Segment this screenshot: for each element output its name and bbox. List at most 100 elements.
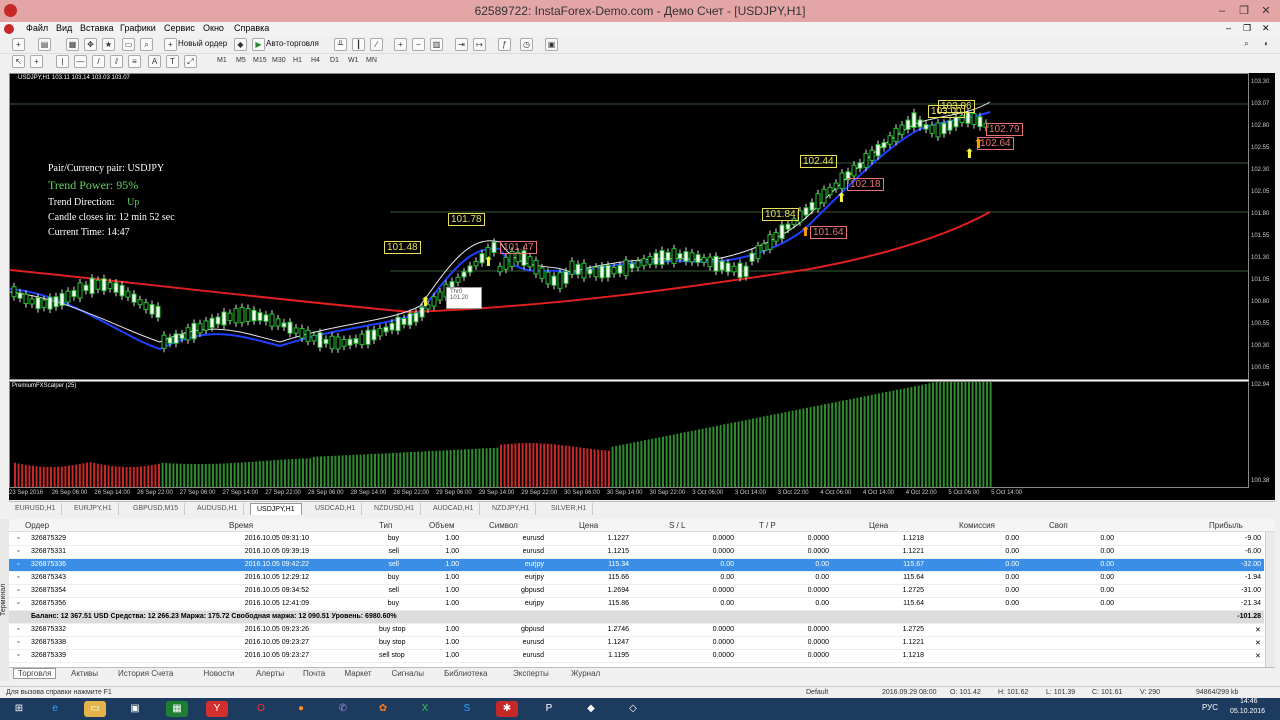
- close-order-icon[interactable]: ✕: [1255, 639, 1261, 647]
- chart-tab[interactable]: EURJPY,H1: [68, 503, 119, 515]
- close-button[interactable]: ✕: [1254, 3, 1278, 19]
- indicators-icon[interactable]: ƒ: [498, 38, 511, 51]
- opera-icon[interactable]: O: [250, 701, 272, 717]
- app-icon[interactable]: ◆: [580, 701, 602, 717]
- terminal-scrollbar[interactable]: [1265, 532, 1275, 667]
- community-icon[interactable]: ◐: [1260, 38, 1273, 51]
- menu-charts[interactable]: Графики: [120, 23, 156, 33]
- minimize-button[interactable]: –: [1210, 3, 1234, 19]
- timeframe-h1[interactable]: H1: [293, 57, 302, 64]
- price-chart[interactable]: USDJPY,H1 103.11 103.14 103.03 103.07 Pa…: [9, 73, 1249, 380]
- horizontal-line-icon[interactable]: —: [74, 55, 87, 68]
- profiles-icon[interactable]: ▤: [38, 38, 51, 51]
- table-row[interactable]: ▫ 326875338 2016.10.05 09:23:27 buy stop 1.0…: [9, 637, 1264, 650]
- column-header[interactable]: Объем: [429, 521, 455, 530]
- timeframe-h4[interactable]: H4: [311, 57, 320, 64]
- chart-tab[interactable]: GBPUSD,M15: [127, 503, 186, 515]
- new-chart-icon[interactable]: +: [12, 38, 25, 51]
- new-order-button[interactable]: Новый ордер: [178, 39, 227, 48]
- bar-chart-icon[interactable]: ╨: [334, 38, 347, 51]
- viber-icon[interactable]: ✆: [332, 701, 354, 717]
- tray-language[interactable]: РУС: [1202, 703, 1218, 712]
- templates-icon[interactable]: ▣: [545, 38, 558, 51]
- chart-tab[interactable]: AUDUSD,H1: [191, 503, 245, 515]
- timeframe-m5[interactable]: M5: [236, 57, 246, 64]
- chart-tab[interactable]: NZDUSD,H1: [368, 503, 422, 515]
- periods-icon[interactable]: ◷: [520, 38, 533, 51]
- child-minimize-button[interactable]: –: [1226, 23, 1231, 33]
- trendline-icon[interactable]: /: [92, 55, 105, 68]
- firefox-icon[interactable]: ●: [290, 701, 312, 717]
- close-order-icon[interactable]: ✕: [1255, 626, 1261, 634]
- chart-tab[interactable]: SILVER,H1: [545, 503, 594, 515]
- market-watch-icon[interactable]: ▦: [66, 38, 79, 51]
- menu-tools[interactable]: Сервис: [164, 23, 195, 33]
- menu-help[interactable]: Справка: [234, 23, 269, 33]
- cursor-icon[interactable]: ↖: [12, 55, 25, 68]
- tray-clock[interactable]: 14:46: [1240, 698, 1258, 705]
- terminal-icon[interactable]: ▭: [122, 38, 135, 51]
- child-restore-button[interactable]: ❐: [1243, 23, 1251, 34]
- skype-icon[interactable]: S: [456, 701, 478, 717]
- metaeditor-icon[interactable]: ◆: [234, 38, 247, 51]
- channel-icon[interactable]: ⫽: [110, 55, 123, 68]
- table-row[interactable]: ▫ 326875343 2016.10.05 12:29:12 buy 1.00 eurj…: [9, 572, 1264, 585]
- text-icon[interactable]: A: [148, 55, 161, 68]
- column-header[interactable]: Время: [229, 521, 253, 530]
- child-close-button[interactable]: ✕: [1262, 23, 1270, 34]
- terminal-tab[interactable]: Маркет: [345, 669, 372, 678]
- terminal-tab[interactable]: Почта: [303, 669, 325, 678]
- timeframe-m15[interactable]: M15: [253, 57, 267, 64]
- table-row[interactable]: ▫ 326875329 2016.10.05 09:31:10 buy 1.00 euru…: [9, 533, 1264, 546]
- column-header[interactable]: Комиссия: [959, 521, 995, 530]
- start-icon[interactable]: ⊞: [8, 701, 30, 717]
- timeframe-m30[interactable]: M30: [272, 57, 286, 64]
- autoscroll-icon[interactable]: ↦: [473, 38, 486, 51]
- tester-icon[interactable]: ⌕: [140, 38, 153, 51]
- column-header[interactable]: Символ: [489, 521, 518, 530]
- new-order-icon[interactable]: +: [164, 38, 177, 51]
- terminal-tab[interactable]: Эксперты: [513, 669, 549, 678]
- yandex-icon[interactable]: Y: [206, 701, 228, 717]
- column-header[interactable]: Цена: [869, 521, 888, 530]
- chart-tab[interactable]: USDJPY,H1: [250, 503, 302, 515]
- terminal-tab[interactable]: Новости: [204, 669, 235, 678]
- menu-insert[interactable]: Вставка: [80, 23, 113, 33]
- autotrading-icon[interactable]: ▶: [252, 38, 265, 51]
- metatrader-taskbar-icon[interactable]: ✱: [496, 701, 518, 717]
- chart-tab[interactable]: AUDCAD,H1: [427, 503, 481, 515]
- search-icon[interactable]: ⌕: [1240, 38, 1253, 51]
- tile-windows-icon[interactable]: ▥: [430, 38, 443, 51]
- table-row[interactable]: ▫ 326875354 2016.10.05 09:34:52 sell 1.00 gbp…: [9, 585, 1264, 598]
- table-row[interactable]: ▫ 326875332 2016.10.05 09:23:26 buy stop 1.0…: [9, 624, 1264, 637]
- arrows-icon[interactable]: ⤢: [184, 55, 197, 68]
- column-header[interactable]: Своп: [1049, 521, 1068, 530]
- excel-grid-icon[interactable]: ▦: [166, 701, 188, 717]
- column-header[interactable]: Прибыль: [1209, 521, 1243, 530]
- candlestick-icon[interactable]: ┃: [352, 38, 365, 51]
- zoom-out-icon[interactable]: −: [412, 38, 425, 51]
- timeframe-m1[interactable]: M1: [217, 57, 227, 64]
- menu-window[interactable]: Окно: [203, 23, 224, 33]
- terminal-tab[interactable]: Торговля: [13, 668, 57, 679]
- chart-tab[interactable]: NZDJPY,H1: [486, 503, 537, 515]
- table-row[interactable]: ▫ 326875339 2016.10.05 09:23:27 sell stop 1.…: [9, 650, 1264, 663]
- menu-file[interactable]: Файл: [26, 23, 48, 33]
- table-row[interactable]: ▫ 326875336 2016.10.05 09:42:22 sell 1.00 eur…: [9, 559, 1264, 572]
- zoom-in-icon[interactable]: +: [394, 38, 407, 51]
- navigator-icon[interactable]: ★: [102, 38, 115, 51]
- app-icon[interactable]: ◇: [622, 701, 644, 717]
- fibonacci-icon[interactable]: ≡: [128, 55, 141, 68]
- column-header[interactable]: Цена: [579, 521, 598, 530]
- media-icon[interactable]: ✿: [372, 701, 394, 717]
- chart-tab[interactable]: USDCAD,H1: [309, 503, 363, 515]
- table-row[interactable]: ▫ 326875331 2016.10.05 09:39:19 sell 1.00 eur…: [9, 546, 1264, 559]
- timeframe-d1[interactable]: D1: [330, 57, 339, 64]
- app-icon[interactable]: ▣: [124, 701, 146, 717]
- label-icon[interactable]: T: [166, 55, 179, 68]
- autotrading-button[interactable]: Авто-торговля: [266, 39, 319, 48]
- terminal-tab[interactable]: Алерты: [256, 669, 284, 678]
- terminal-tab[interactable]: История Счета: [118, 669, 173, 678]
- ie-icon[interactable]: e: [44, 701, 66, 717]
- terminal-tab[interactable]: Журнал: [571, 669, 600, 678]
